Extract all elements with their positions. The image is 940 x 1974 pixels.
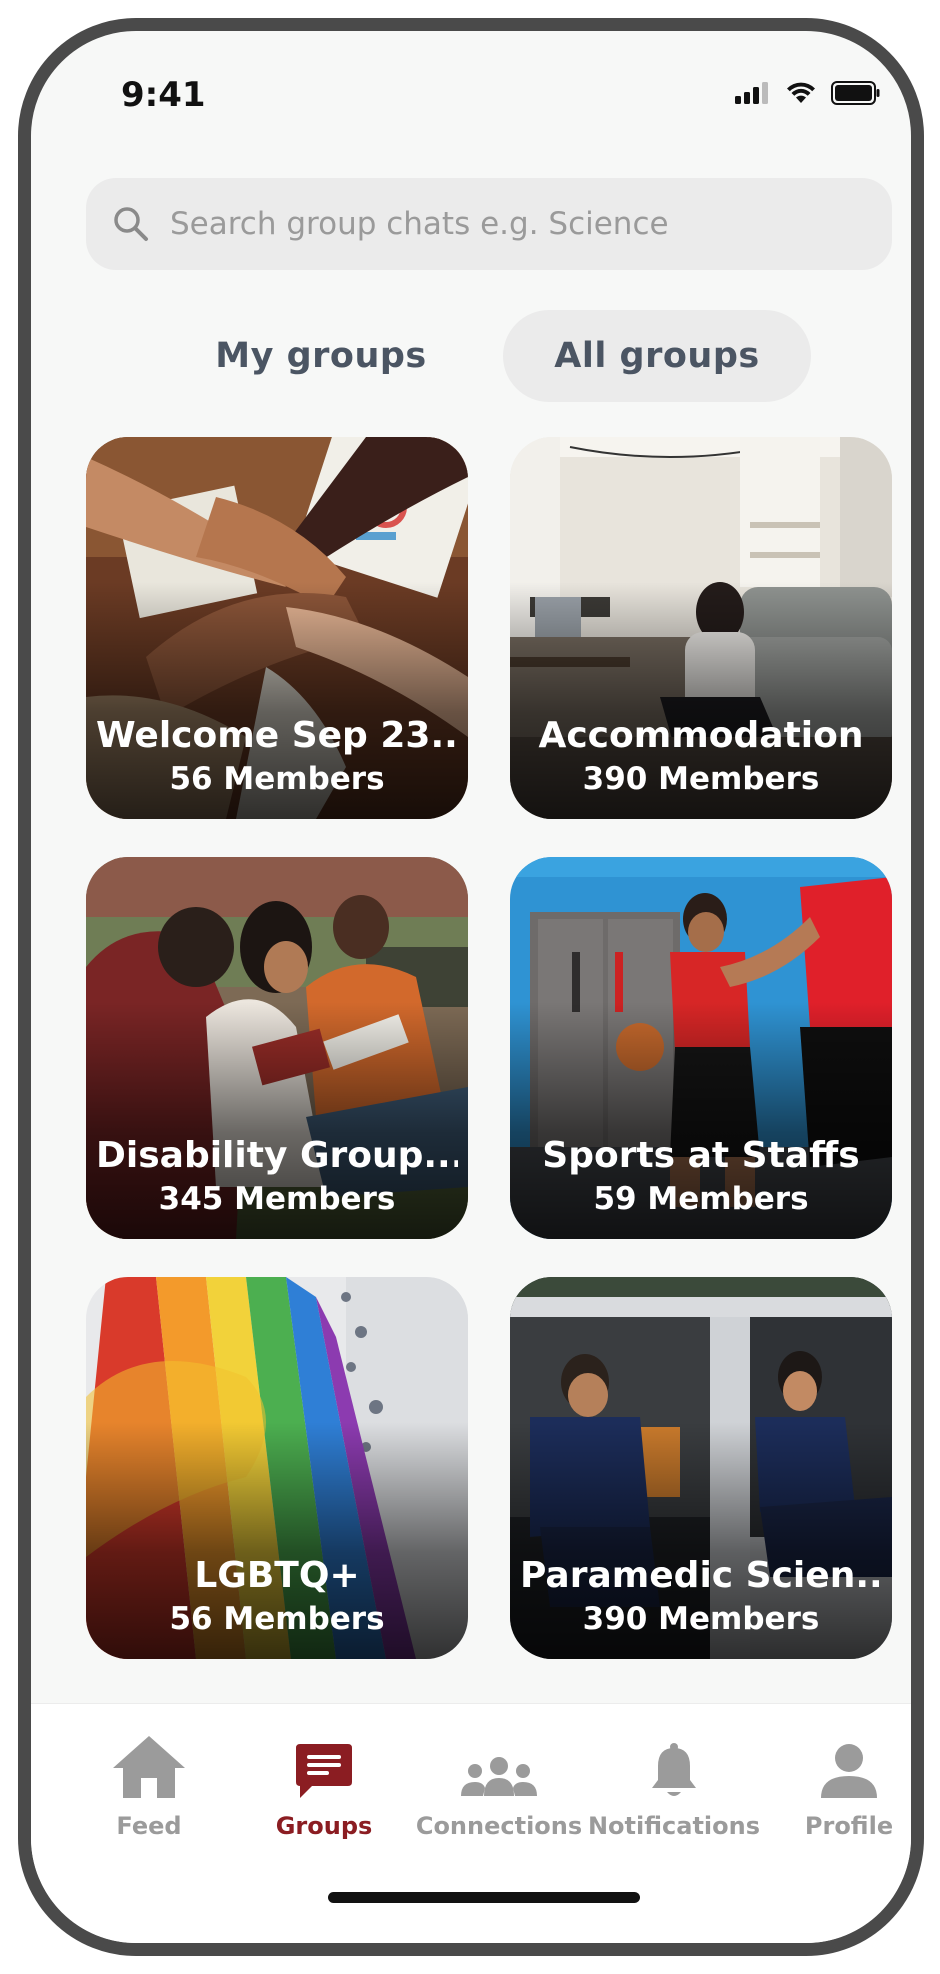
signal-icon (735, 82, 768, 104)
group-card[interactable]: Disability Group... 345 Members (86, 857, 468, 1239)
status-time: 9:41 (121, 75, 206, 115)
home-icon (113, 1736, 185, 1798)
group-title: Paramedic Scien... (520, 1555, 882, 1596)
group-card[interactable]: LGBTQ+ 56 Members (86, 1277, 468, 1659)
bell-icon (652, 1743, 696, 1796)
search-input[interactable] (170, 206, 810, 242)
group-tabs: My groups All groups (31, 310, 911, 402)
group-members: 390 Members (582, 1601, 820, 1637)
nav-notifications[interactable]: Notifications (584, 1734, 764, 1840)
group-card[interactable]: Paramedic Scien... 390 Members (510, 1277, 892, 1659)
nav-connections[interactable]: Connections (409, 1734, 589, 1840)
people-icon (461, 1757, 537, 1796)
group-card[interactable]: Accommodation 390 Members (510, 437, 892, 819)
nav-profile-label: Profile (804, 1812, 894, 1840)
nav-connections-label: Connections (415, 1812, 583, 1840)
group-members: 59 Members (593, 1181, 809, 1217)
nav-feed-label: Feed (116, 1812, 182, 1840)
group-members: 56 Members (169, 1601, 385, 1637)
group-title: Accommodation (538, 715, 864, 756)
nav-groups-label: Groups (275, 1812, 373, 1840)
tab-all-groups[interactable]: All groups (503, 310, 811, 402)
chat-icon (296, 1744, 352, 1798)
bottom-navigation: Feed Groups Connections Notifications Pr… (31, 1703, 911, 1943)
nav-notifications-label: Notifications (587, 1812, 761, 1840)
status-bar: 9:41 (31, 31, 911, 151)
status-icons (735, 81, 881, 105)
tab-my-groups[interactable]: My groups (196, 310, 446, 402)
group-members: 390 Members (582, 761, 820, 797)
group-members: 56 Members (169, 761, 385, 797)
wifi-icon (787, 82, 815, 103)
group-card[interactable]: Welcome Sep 23... 56 Members (86, 437, 468, 819)
person-icon (821, 1744, 877, 1798)
group-title: LGBTQ+ (194, 1555, 360, 1596)
search-bar[interactable] (86, 178, 892, 270)
nav-feed[interactable]: Feed (59, 1734, 239, 1840)
home-indicator (328, 1892, 640, 1903)
phone-frame: 9:41 My gro (18, 18, 924, 1956)
nav-profile[interactable]: Profile (759, 1734, 911, 1840)
group-title: Sports at Staffs (542, 1135, 860, 1176)
nav-groups[interactable]: Groups (234, 1734, 414, 1840)
battery-icon (831, 81, 880, 105)
group-card[interactable]: Sports at Staffs 59 Members (510, 857, 892, 1239)
group-members: 345 Members (158, 1181, 396, 1217)
group-title: Welcome Sep 23... (96, 715, 458, 756)
group-title: Disability Group... (96, 1135, 458, 1176)
search-icon (114, 207, 148, 241)
